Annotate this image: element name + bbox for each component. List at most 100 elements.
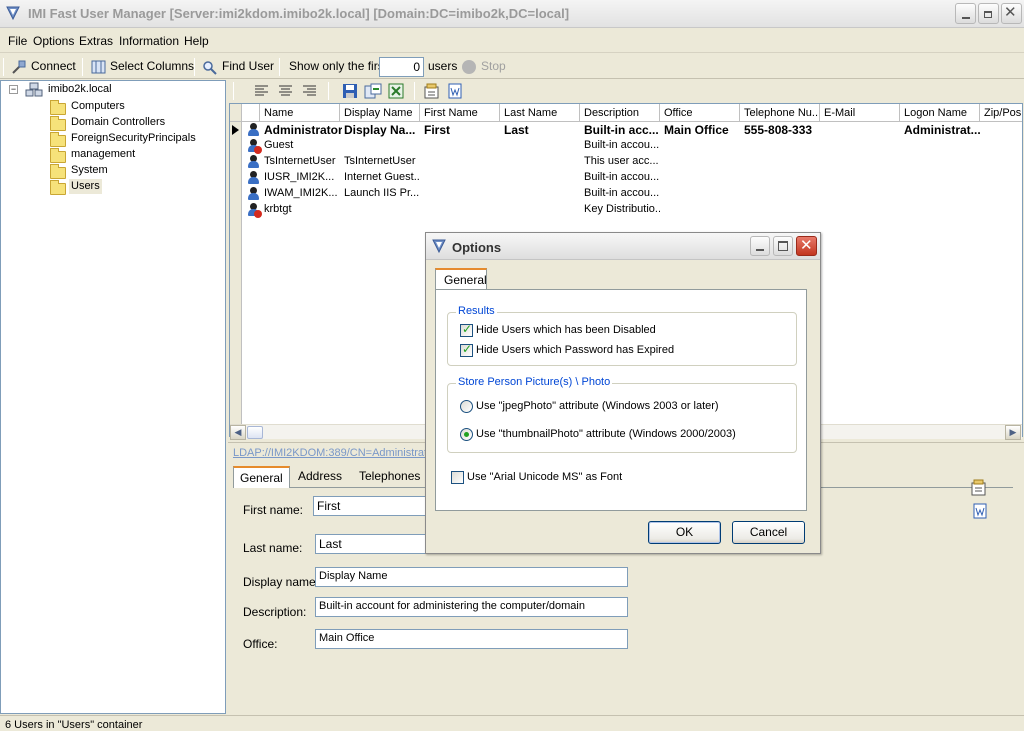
cell-description: Built-in accou...: [584, 187, 660, 199]
tab-telephones[interactable]: Telephones: [353, 466, 426, 488]
table-row[interactable]: IUSR_IMI2K... Internet Guest... Built-in…: [242, 170, 1022, 186]
table-row[interactable]: IWAM_IMI2K... Launch IIS Pr... Built-in …: [242, 186, 1022, 202]
jpeg-photo-label[interactable]: Use "jpegPhoto" attribute (Windows 2003 …: [476, 400, 719, 412]
stop-icon: [462, 60, 476, 74]
hide-expired-checkbox[interactable]: [460, 342, 473, 357]
column-header-telephone[interactable]: Telephone Nu...: [740, 104, 820, 122]
tree-item-domain-controllers[interactable]: Domain Controllers: [31, 115, 221, 131]
hide-disabled-checkbox[interactable]: [460, 322, 473, 337]
table-row[interactable]: TsInternetUser TsInternetUser This user …: [242, 154, 1022, 170]
dialog-title-bar[interactable]: Options ✕: [426, 233, 820, 260]
restore-button[interactable]: [978, 3, 999, 24]
word-icon[interactable]: [447, 83, 463, 99]
toolbar-grip: [3, 58, 4, 76]
maximize-icon: [778, 241, 788, 251]
dialog-minimize-button[interactable]: [750, 236, 770, 256]
find-user-button[interactable]: Find User: [202, 58, 274, 76]
hide-expired-label[interactable]: Hide Users which Password has Expired: [476, 344, 674, 356]
tree-collapse-toggle[interactable]: −: [9, 85, 18, 94]
table-row[interactable]: krbtgt Key Distributio...: [242, 202, 1022, 218]
last-name-field[interactable]: Last: [315, 534, 433, 554]
current-row-indicator-icon: [232, 125, 239, 135]
scroll-thumb[interactable]: [247, 426, 263, 439]
column-header-description[interactable]: Description: [580, 104, 660, 122]
cancel-button[interactable]: Cancel: [732, 521, 805, 544]
minimize-button[interactable]: [955, 3, 976, 24]
stop-label: Stop: [481, 59, 506, 73]
column-header-last-name[interactable]: Last Name: [500, 104, 580, 122]
align-left-icon[interactable]: [254, 84, 270, 98]
menu-help[interactable]: Help: [184, 34, 209, 48]
column-header-email[interactable]: E-Mail: [820, 104, 900, 122]
select-columns-button[interactable]: Select Columns: [89, 58, 194, 76]
cell-display-name: Launch IIS Pr...: [344, 187, 420, 199]
menu-options[interactable]: Options: [33, 34, 74, 48]
user-icon: [247, 187, 260, 201]
align-center-icon[interactable]: [278, 84, 294, 98]
thumbnail-photo-radio[interactable]: [460, 428, 473, 441]
ldap-path-link[interactable]: LDAP://IMI2KDOM:389/CN=Administrator: [233, 447, 428, 459]
status-text: 6 Users in "Users" container: [5, 719, 143, 731]
tree-item-management[interactable]: management: [31, 147, 221, 163]
column-header-logon-name[interactable]: Logon Name: [900, 104, 980, 122]
dialog-close-button[interactable]: ✕: [796, 236, 817, 256]
arial-unicode-checkbox[interactable]: [451, 471, 464, 484]
properties-icon[interactable]: [971, 479, 989, 496]
menu-information[interactable]: Information: [119, 34, 179, 48]
tab-address[interactable]: Address: [292, 466, 348, 488]
hide-disabled-label[interactable]: Hide Users which has been Disabled: [476, 324, 656, 336]
status-bar: 6 Users in "Users" container: [0, 715, 1024, 731]
excel-icon[interactable]: [388, 83, 404, 99]
cell-first-name: First: [424, 123, 451, 137]
first-name-label: First name:: [243, 503, 304, 517]
cell-display-name: TsInternetUser: [344, 155, 416, 167]
column-header-display-name[interactable]: Display Name: [340, 104, 420, 122]
column-header-office[interactable]: Office: [660, 104, 740, 122]
select-columns-label: Select Columns: [110, 59, 195, 73]
table-row[interactable]: Administrator Display Na... First Last B…: [242, 122, 1022, 138]
tree-item-label: Domain Controllers: [71, 116, 166, 128]
folder-icon: [50, 116, 66, 131]
scroll-right-button[interactable]: ▶: [1005, 425, 1021, 440]
first-name-field[interactable]: First: [313, 496, 433, 516]
scroll-left-button[interactable]: ◀: [230, 425, 246, 440]
thumbnail-photo-label[interactable]: Use "thumbnailPhoto" attribute (Windows …: [476, 428, 736, 440]
ok-button[interactable]: OK: [648, 521, 721, 544]
tab-general[interactable]: General: [435, 268, 487, 290]
columns-icon: [91, 60, 106, 74]
column-header-first-name[interactable]: First Name: [420, 104, 500, 122]
align-right-icon[interactable]: [302, 84, 318, 98]
office-field[interactable]: Main Office: [315, 629, 628, 649]
show-first-label: Show only the first: [289, 59, 388, 73]
word-icon[interactable]: [972, 503, 988, 519]
photo-attribute-group: Store Person Picture(s) \ Photo Use "jpe…: [447, 376, 797, 453]
app-icon: [432, 239, 446, 254]
save-icon[interactable]: [342, 83, 358, 99]
column-header-name[interactable]: Name: [260, 104, 340, 122]
properties-icon[interactable]: [424, 83, 440, 99]
user-limit-input[interactable]: 0: [379, 57, 424, 77]
column-header-zip[interactable]: Zip/Pos: [980, 104, 1022, 122]
tree-item-computers[interactable]: Computers: [31, 99, 221, 115]
tree-item-foreign-security-principals[interactable]: ForeignSecurityPrincipals: [31, 131, 221, 147]
stop-button[interactable]: Stop: [460, 59, 508, 75]
table-row[interactable]: Guest Built-in accou...: [242, 138, 1022, 154]
arial-unicode-label[interactable]: Use "Arial Unicode MS" as Font: [467, 471, 622, 483]
jpeg-photo-radio[interactable]: [460, 400, 473, 413]
display-name-field[interactable]: Display Name: [315, 567, 628, 587]
tab-general[interactable]: General: [233, 466, 290, 488]
cell-logon-name: Administrat...: [904, 123, 980, 137]
close-button[interactable]: ✕: [1001, 3, 1022, 24]
export-icon[interactable]: [364, 83, 382, 99]
tree-item-system[interactable]: System: [31, 163, 221, 179]
close-icon: ✕: [800, 237, 813, 254]
description-field[interactable]: Built-in account for administering the c…: [315, 597, 628, 617]
restore-icon: [984, 11, 992, 18]
dialog-maximize-button[interactable]: [773, 236, 793, 256]
tree-root[interactable]: imibo2k.local: [48, 83, 112, 98]
close-icon: ✕: [1004, 4, 1017, 21]
menu-extras[interactable]: Extras: [79, 34, 113, 48]
tree-item-users[interactable]: Users: [31, 179, 221, 195]
tree-item-label: management: [71, 148, 136, 160]
menu-file[interactable]: File: [8, 34, 27, 48]
